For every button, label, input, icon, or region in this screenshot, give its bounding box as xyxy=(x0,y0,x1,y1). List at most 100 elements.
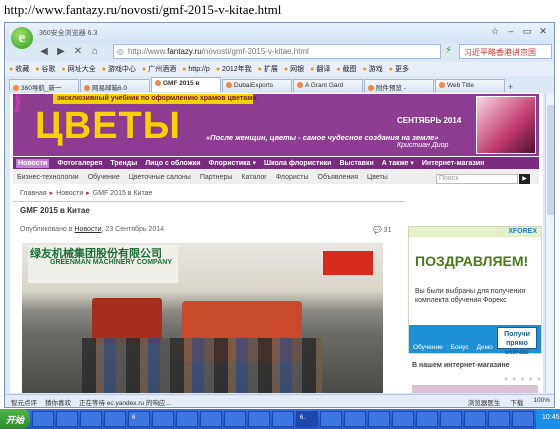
status-item-review[interactable]: 智元点评 xyxy=(11,397,37,407)
taskbar-button[interactable] xyxy=(176,411,199,427)
comment-count[interactable]: 💬 31 xyxy=(373,226,391,234)
maximize-button[interactable]: ▭ xyxy=(520,25,534,37)
new-tab-icon[interactable]: + xyxy=(508,82,513,92)
browser-tab[interactable]: GMF 2015 в xyxy=(151,77,221,92)
favorite-item[interactable]: ● 网址大全 xyxy=(61,64,95,74)
sub-menu-item[interactable]: Обучение xyxy=(88,174,120,181)
main-menu-item[interactable]: Новости xyxy=(16,158,50,168)
sub-menu-item[interactable]: Флористы xyxy=(276,174,309,181)
magazine-cover-image[interactable] xyxy=(476,96,536,154)
favorite-item[interactable]: ● 2012年我 xyxy=(216,64,252,74)
zoom-level[interactable]: 100% xyxy=(533,397,550,407)
favorites-icon: ● xyxy=(388,66,394,73)
start-button[interactable]: 开始 xyxy=(0,409,31,429)
site-search-button[interactable]: ▶ xyxy=(519,174,530,184)
stop-icon[interactable]: ✕ xyxy=(71,45,85,59)
page-scrollbar[interactable] xyxy=(545,93,554,393)
sub-menu-item[interactable]: Объявления xyxy=(318,174,359,181)
system-clock[interactable]: 10:45 xyxy=(536,409,560,429)
main-menu-item[interactable]: А также ▾ xyxy=(382,159,414,167)
browser-tab[interactable]: Web Title xyxy=(435,79,505,92)
taskbar-button[interactable] xyxy=(104,411,127,427)
tab-strip: 360导航_新一 网易邮箱6.0 GMF 2015 в DubaiExports A G… xyxy=(5,77,554,92)
favorite-item[interactable]: ● 广州酒酒 xyxy=(142,64,176,74)
main-menu-item[interactable]: Интернет-магазин xyxy=(422,160,485,167)
site-search-input[interactable]: Поиск xyxy=(436,174,518,184)
taskbar-button[interactable] xyxy=(512,411,535,427)
taskbar-button[interactable] xyxy=(416,411,439,427)
status-right-group: 浏览器医生 下载 100% xyxy=(468,397,554,407)
lightning-icon[interactable]: ⚡ xyxy=(445,45,452,56)
favorite-window-icon[interactable]: ☆ xyxy=(488,25,502,37)
home-icon[interactable]: ⌂ xyxy=(88,45,102,59)
favorite-item[interactable]: ● 更多 xyxy=(389,64,409,74)
browser-search-input[interactable]: 习近平略香港讲京国 xyxy=(459,44,552,59)
favorite-item[interactable]: ● 截图 xyxy=(336,64,356,74)
favorite-label: 网址大全 xyxy=(67,66,96,73)
taskbar-button[interactable] xyxy=(152,411,175,427)
main-menu-item[interactable]: Лицо с обложки xyxy=(145,160,200,167)
favorite-item[interactable]: ● 游戏 xyxy=(363,64,383,74)
favorite-label: 游戏中心 xyxy=(107,66,136,73)
taskbar-button[interactable]: 6. xyxy=(296,411,319,427)
favorite-item[interactable]: ● 扩展 xyxy=(258,64,278,74)
favorite-item[interactable]: ● http://p xyxy=(182,66,210,73)
sub-menu-item[interactable]: Цветочные салоны xyxy=(129,174,191,181)
taskbar-button[interactable] xyxy=(272,411,295,427)
taskbar-button[interactable] xyxy=(464,411,487,427)
close-button[interactable]: ✕ xyxy=(536,25,550,37)
tab-favicon-icon xyxy=(84,85,90,92)
browser-tab[interactable]: 附件预览 - xyxy=(364,79,434,92)
taskbar-button[interactable] xyxy=(488,411,511,427)
favorite-item[interactable]: ● 翻译 xyxy=(310,64,330,74)
status-item-guess[interactable]: 猜你喜欢 xyxy=(45,397,71,407)
main-menu-item[interactable]: Флористика ▾ xyxy=(209,159,257,167)
comment-icon: 💬 xyxy=(373,227,384,234)
taskbar-button[interactable] xyxy=(32,411,55,427)
address-bar[interactable]: ◎ http://www.fantazy.ru/novosti/gmf-2015… xyxy=(113,44,441,59)
downloads[interactable]: 下载 xyxy=(510,397,523,407)
browser-tab[interactable]: 360导航_新一 xyxy=(9,79,79,92)
taskbar-button[interactable] xyxy=(200,411,223,427)
favorites-icon: ● xyxy=(257,66,262,73)
taskbar-button[interactable] xyxy=(56,411,79,427)
taskbar-button[interactable] xyxy=(80,411,103,427)
favorite-item[interactable]: ● 谷歌 xyxy=(35,64,55,74)
meta-section-link[interactable]: Новости xyxy=(74,226,101,233)
breadcrumb-news[interactable]: Новости xyxy=(56,190,83,197)
site-logo[interactable]: ЦВЕТЫ xyxy=(35,106,181,146)
minimize-button[interactable]: – xyxy=(504,25,518,37)
forex-ad[interactable]: XFOREX ПОЗДРАВЛЯЕМ! Вы были выбраны для … xyxy=(408,226,542,356)
favorite-item[interactable]: ● 收藏 xyxy=(9,64,29,74)
favorite-label: http://p xyxy=(188,65,210,73)
sub-menu-item[interactable]: Бизнес-технологии xyxy=(17,174,79,181)
main-menu-item[interactable]: Школа флористики xyxy=(264,160,331,167)
shop-image[interactable] xyxy=(412,385,538,393)
favorite-item[interactable]: ● 游戏中心 xyxy=(102,64,136,74)
breadcrumb-home[interactable]: Главная xyxy=(20,190,47,197)
taskbar-button[interactable] xyxy=(224,411,247,427)
scrollbar-thumb[interactable] xyxy=(547,105,554,215)
ad-cta-button[interactable]: Получи прямо сейчас xyxy=(497,327,537,356)
sub-menu-item[interactable]: Каталог xyxy=(241,174,266,181)
main-menu-item[interactable]: Тренды xyxy=(110,160,137,167)
main-menu-item[interactable]: Фотогалерея xyxy=(57,160,102,167)
taskbar-button[interactable] xyxy=(344,411,367,427)
taskbar-button[interactable] xyxy=(392,411,415,427)
sub-menu-item[interactable]: Партнеры xyxy=(200,174,233,181)
back-icon[interactable]: ◀ xyxy=(37,45,51,59)
forward-icon[interactable]: ▶ xyxy=(54,45,68,59)
browser-tab[interactable]: A Grant Gard xyxy=(293,79,363,92)
taskbar-button[interactable] xyxy=(440,411,463,427)
main-menu-item[interactable]: Выставки xyxy=(339,160,373,167)
taskbar-button[interactable] xyxy=(248,411,271,427)
sub-menu-item[interactable]: Цветы xyxy=(367,174,388,181)
taskbar-button[interactable]: 6 xyxy=(128,411,151,427)
favorite-item[interactable]: ● 网银 xyxy=(284,64,304,74)
taskbar-button[interactable] xyxy=(320,411,343,427)
browser-doctor[interactable]: 浏览器医生 xyxy=(468,397,501,407)
browser-tab[interactable]: 网易邮箱6.0 xyxy=(80,79,150,92)
taskbar-button[interactable] xyxy=(368,411,391,427)
browser-tab[interactable]: DubaiExports xyxy=(222,79,292,92)
banner-tagline[interactable]: эксклюзивный учебник по оформлению храмо… xyxy=(53,94,257,104)
